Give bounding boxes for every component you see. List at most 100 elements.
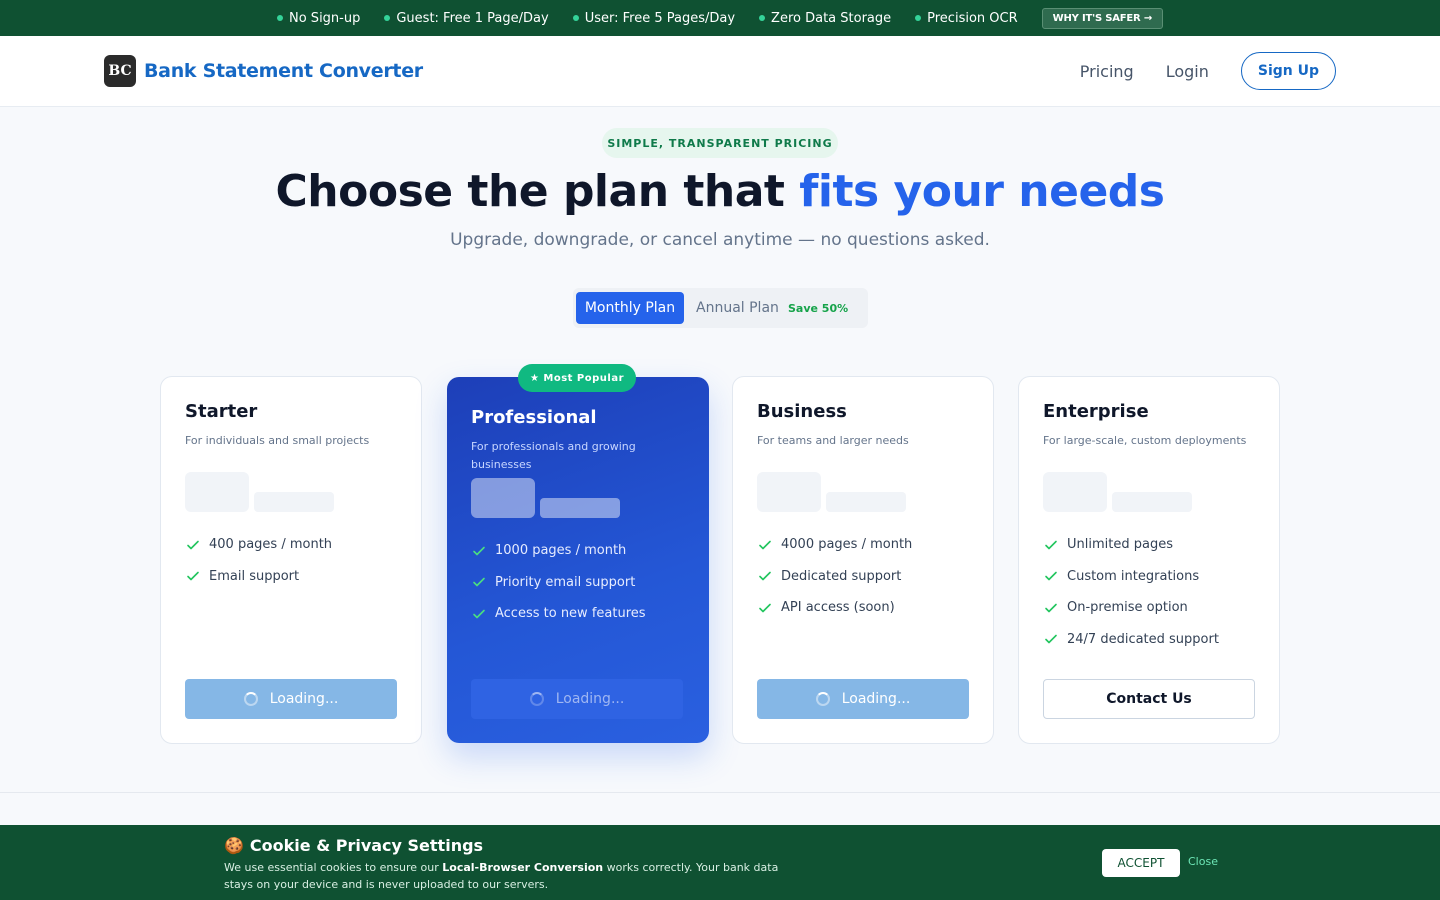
status-dot-icon [572,15,579,21]
most-popular-badge: ★ Most Popular [518,364,636,392]
starter-cta-button[interactable]: Loading... [185,679,397,719]
spinner-icon [529,692,544,706]
feature-item: Email support [185,561,397,593]
brand-logo: BC [104,55,136,87]
feature-user-quota: User: Free 5 Pages/Day [572,10,736,26]
plan-description: For teams and larger needs [757,434,909,447]
billing-toggle: Monthly Plan Annual Plan Save 50% [573,288,868,328]
feature-list: 1000 pages / month Priority email suppor… [471,535,685,630]
feature-item: 4000 pages / month [757,529,969,561]
feature-text: API access (soon) [781,600,895,616]
feature-label: User: Free 5 Pages/Day [584,10,736,26]
feature-item: 24/7 dedicated support [1043,624,1255,656]
check-icon [187,571,199,581]
brand-link[interactable]: BC Bank Statement Converter [104,55,423,87]
check-icon [473,577,485,587]
price-skeleton-block [185,472,249,512]
main-nav: Pricing Login Sign Up [1080,52,1336,90]
feature-item: API access (soon) [757,592,969,624]
price-skeleton-block [471,478,535,518]
annual-plan-tab[interactable]: Annual Plan [696,292,779,324]
feature-list: 400 pages / month Email support [185,529,397,592]
plan-description: For individuals and small projects [185,434,370,447]
plan-card-professional: ★ Most Popular Professional For professi… [447,364,709,743]
feature-label: Zero Data Storage [771,10,892,26]
cookie-message: We use essential cookies to ensure our L… [224,859,784,893]
title-accent: fits your needs [799,166,1165,217]
feature-guest-quota: Guest: Free 1 Page/Day [384,10,549,26]
price-skeleton [1043,472,1255,512]
spinner-icon [815,692,830,706]
period-skeleton-block [540,498,620,518]
status-dot-icon [915,15,922,21]
cookie-banner: 🍪 Cookie & Privacy Settings We use essent… [0,825,1440,900]
feature-item: On-premise option [1043,592,1255,624]
check-icon [1045,634,1057,644]
cookie-text-emphasis: Local-Browser Conversion [442,861,604,874]
business-cta-button[interactable]: Loading... [757,679,969,719]
status-dot-icon [384,15,391,21]
feature-text: Dedicated support [781,568,902,584]
feature-text: Access to new features [495,606,646,622]
plan-name: Business [757,401,847,422]
price-skeleton [757,472,969,512]
feature-label: Guest: Free 1 Page/Day [396,10,549,26]
feature-text: Priority email support [495,574,636,590]
professional-cta-button[interactable]: Loading... [471,679,683,719]
feature-item: Priority email support [471,567,685,599]
check-icon [759,571,771,581]
cookie-accept-button[interactable]: ACCEPT [1102,849,1180,877]
feature-text: On-premise option [1067,600,1188,616]
feature-item: Custom integrations [1043,561,1255,593]
cookie-text-start: We use essential cookies to ensure our [224,861,443,874]
cookie-close-link[interactable]: Close [1188,855,1218,868]
period-skeleton-block [826,492,906,512]
plan-card-starter: Starter For individuals and small projec… [160,376,422,744]
save-badge: Save 50% [788,301,849,315]
cookie-title-text: Cookie & Privacy Settings [249,836,484,855]
feature-zero-storage: Zero Data Storage [759,11,891,26]
page-title: Choose the plan that fits your needs [0,166,1440,217]
check-icon [1045,540,1057,550]
site-header: BC Bank Statement Converter Pricing Logi… [0,36,1440,107]
feature-list: Unlimited pages Custom integrations On-p… [1043,529,1255,655]
feature-item: 400 pages / month [185,529,397,561]
page-subtitle: Upgrade, downgrade, or cancel anytime — … [450,230,990,250]
section-divider [0,792,1440,793]
check-icon [473,609,485,619]
feature-text: 24/7 dedicated support [1067,631,1219,647]
feature-text: Email support [209,568,300,584]
cookie-title: 🍪 Cookie & Privacy Settings [224,836,483,855]
plan-card-enterprise: Enterprise For large-scale, custom deplo… [1018,376,1280,744]
nav-login-link[interactable]: Login [1166,62,1209,81]
plan-name: Enterprise [1043,401,1149,422]
period-skeleton-block [1112,492,1192,512]
plan-name: Professional [471,407,597,428]
cta-label: Loading... [269,691,339,707]
check-icon [759,603,771,613]
pricing-eyebrow-pill: SIMPLE, TRANSPARENT PRICING [602,128,838,158]
brand-name: Bank Statement Converter [144,60,423,82]
check-icon [473,546,485,556]
status-dot-icon [277,15,283,21]
plan-description: For professionals and growing businesses [471,440,636,471]
price-skeleton-block [1043,472,1107,512]
plan-card-business: Business For teams and larger needs 4000… [732,376,994,744]
nav-pricing-link[interactable]: Pricing [1080,62,1134,81]
feature-text: 1000 pages / month [495,543,627,559]
price-skeleton [185,472,397,512]
spinner-icon [243,692,258,706]
check-icon [187,540,199,550]
feature-precision-ocr: Precision OCR [915,11,1018,26]
signup-button[interactable]: Sign Up [1240,52,1336,90]
status-dot-icon [759,15,766,21]
monthly-plan-tab[interactable]: Monthly Plan [576,292,684,324]
check-icon [759,540,771,550]
feature-text: Custom integrations [1067,568,1200,584]
why-safer-button[interactable]: WHY IT'S SAFER → [1041,7,1163,29]
period-skeleton-block [254,492,334,512]
check-icon [1045,603,1057,613]
feature-item: Unlimited pages [1043,529,1255,561]
contact-us-button[interactable]: Contact Us [1043,679,1255,719]
feature-item: Dedicated support [757,561,969,593]
